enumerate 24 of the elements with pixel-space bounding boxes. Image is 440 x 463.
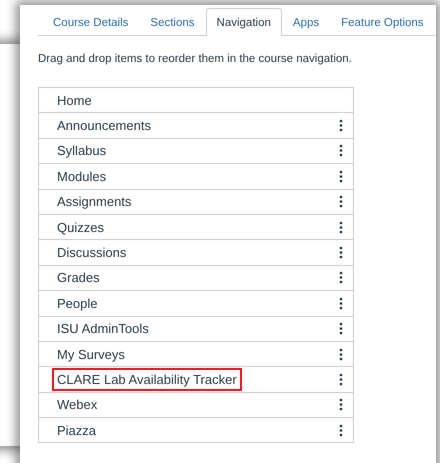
navigation-item[interactable]: Webex <box>39 392 353 418</box>
more-options-icon[interactable] <box>339 296 343 310</box>
tab[interactable]: Navigation <box>206 8 282 36</box>
more-options-icon[interactable] <box>339 372 343 386</box>
more-options-icon[interactable] <box>339 271 343 284</box>
more-options-icon[interactable] <box>339 220 343 234</box>
navigation-item[interactable]: Grades <box>39 266 353 292</box>
more-options-icon[interactable] <box>339 246 343 260</box>
more-options-icon[interactable] <box>339 144 343 158</box>
more-options-icon[interactable] <box>339 195 343 208</box>
tab[interactable]: Apps <box>282 8 330 36</box>
more-options-icon[interactable] <box>339 348 343 361</box>
tab[interactable]: Sections <box>139 8 206 36</box>
more-options-icon[interactable] <box>339 398 343 412</box>
more-options-icon[interactable] <box>339 119 343 132</box>
tab[interactable]: Course Details <box>42 8 140 36</box>
navigation-item[interactable]: Assignments <box>39 190 353 215</box>
tab[interactable]: Feature Options <box>330 8 435 36</box>
navigation-item[interactable]: CLARE Lab Availability Tracker <box>39 367 353 393</box>
instructions-text: Drag and drop items to reorder them in the course navigation. <box>38 53 352 65</box>
more-options-icon[interactable] <box>339 170 343 183</box>
more-options-icon[interactable] <box>339 322 343 336</box>
more-options-icon[interactable] <box>339 424 343 437</box>
navigation-item[interactable]: ISU AdminTools <box>39 316 353 342</box>
